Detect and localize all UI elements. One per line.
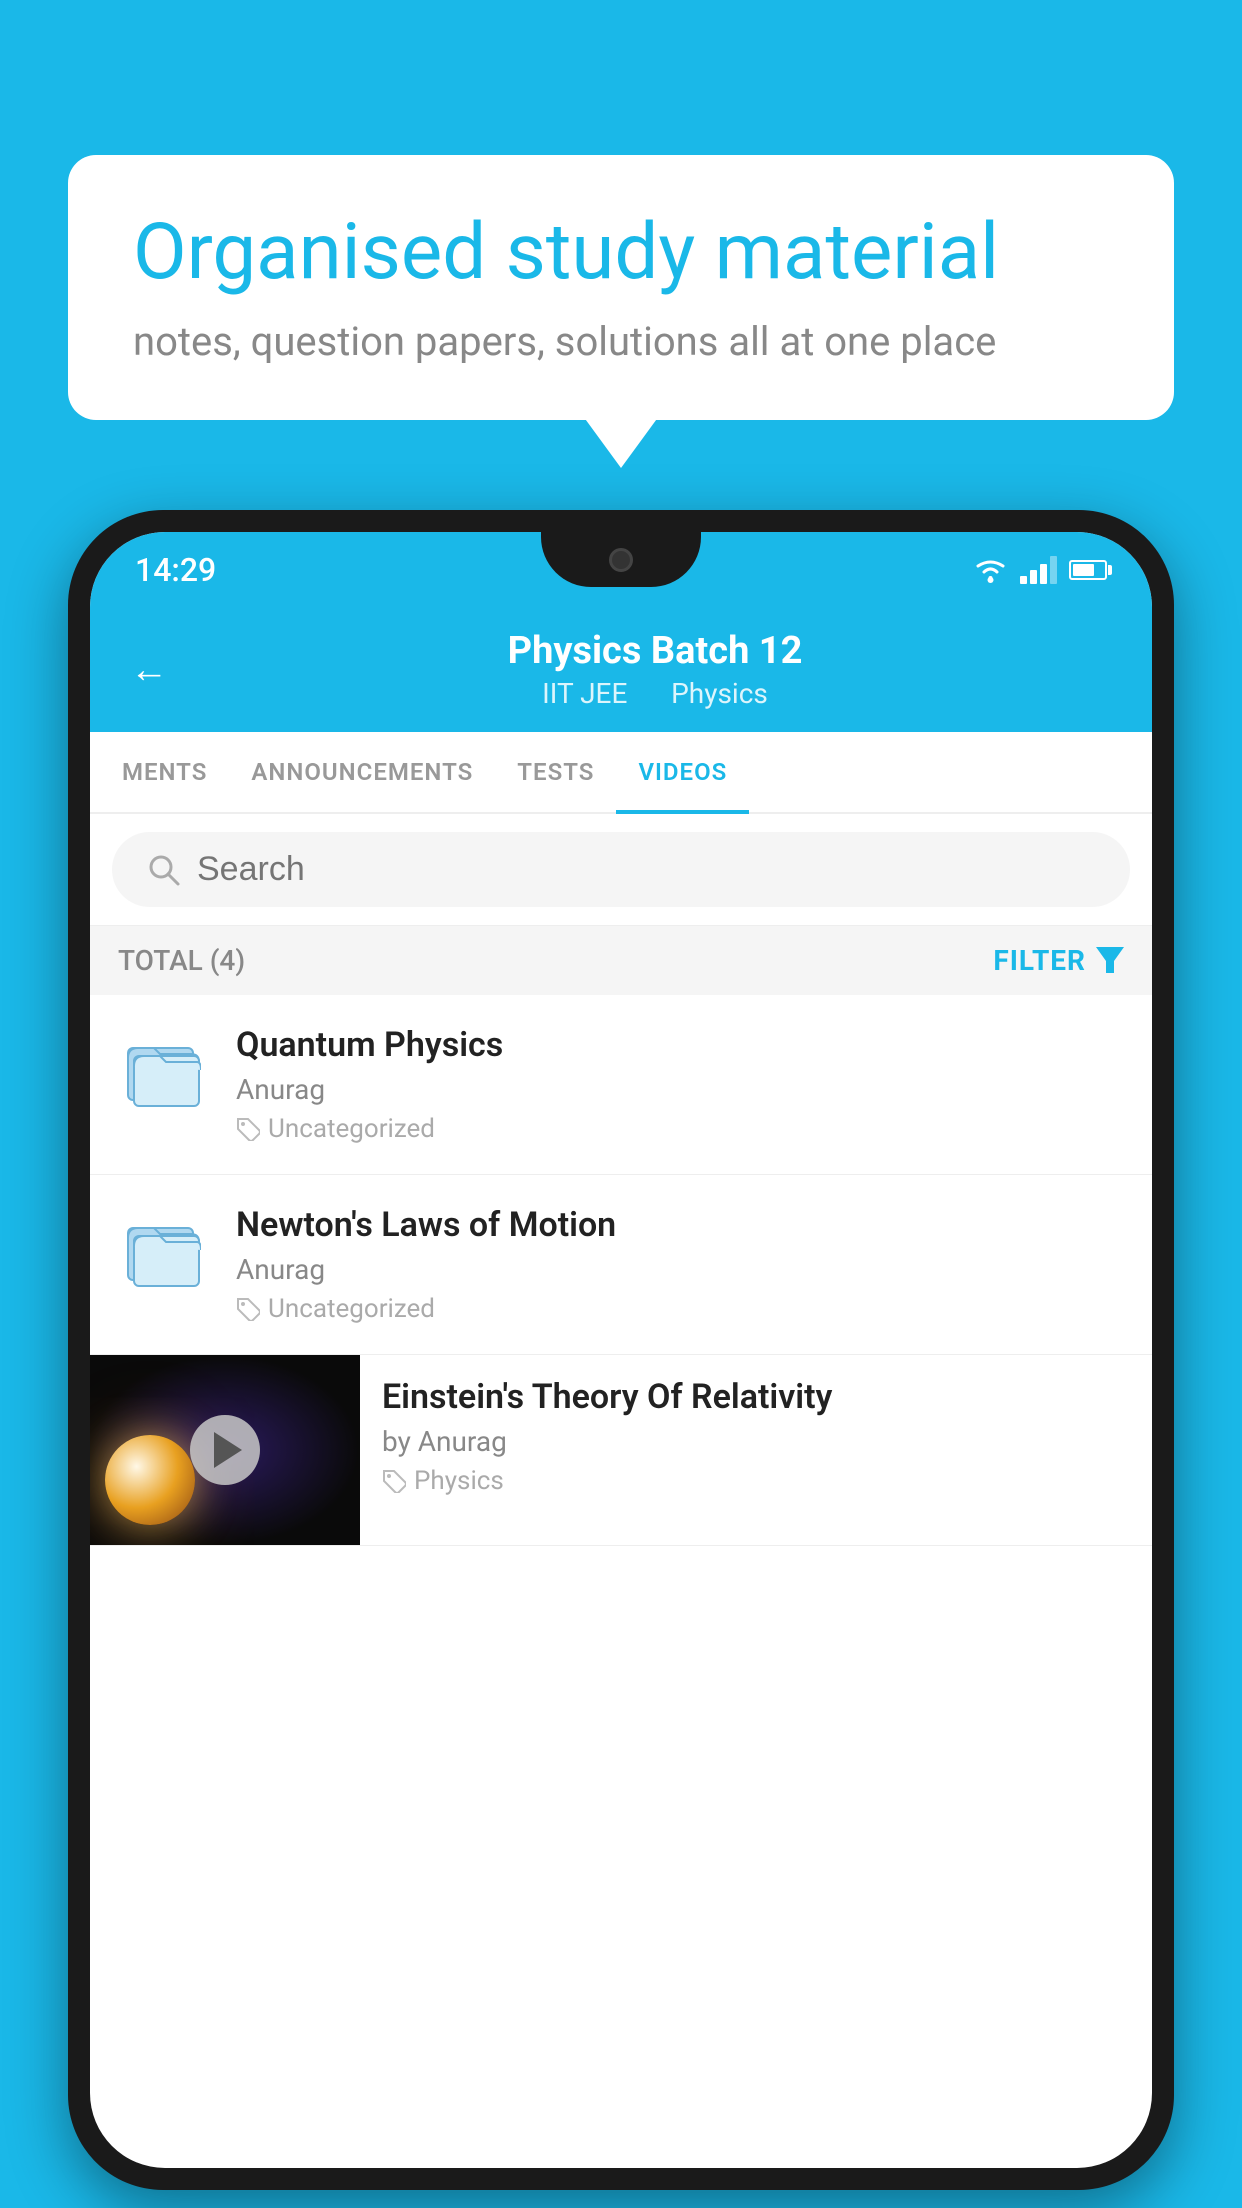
video-author: by Anurag [382,1425,1130,1458]
phone-container: 14:29 [68,510,1174,2190]
batch-subject: Physics [671,677,768,710]
folder-icon [118,1205,208,1295]
speech-bubble-title: Organised study material [133,210,1109,296]
tab-ments[interactable]: MENTS [100,732,229,812]
list-item[interactable]: Newton's Laws of Motion Anurag Uncategor… [90,1175,1152,1355]
search-input[interactable] [197,850,1095,889]
status-bar: 14:29 [90,532,1152,607]
tag-icon [382,1469,406,1493]
play-button[interactable] [190,1415,260,1485]
video-author: Anurag [236,1253,1124,1286]
list-item[interactable]: Quantum Physics Anurag Uncategorized [90,995,1152,1175]
tab-tests[interactable]: TESTS [495,732,616,812]
search-icon [147,853,181,887]
video-list: Quantum Physics Anurag Uncategorized [90,995,1152,1546]
battery-icon [1069,560,1107,580]
video-tag: Uncategorized [236,1294,1124,1324]
speech-bubble-container: Organised study material notes, question… [68,155,1174,420]
wifi-icon [973,556,1008,584]
tab-announcements[interactable]: ANNOUNCEMENTS [229,732,495,812]
notch [541,532,701,587]
search-bar [112,832,1130,907]
batch-title: Physics Batch 12 [198,629,1112,673]
phone-screen: 14:29 [90,532,1152,2168]
video-info: Einstein's Theory Of Relativity by Anura… [360,1355,1152,1518]
app-header: ← Physics Batch 12 IIT JEE Physics [90,607,1152,732]
phone-frame: 14:29 [68,510,1174,2190]
video-title: Quantum Physics [236,1025,1124,1065]
batch-subtitle: IIT JEE Physics [198,677,1112,710]
video-title: Einstein's Theory Of Relativity [382,1377,1130,1417]
tag-icon [236,1297,260,1321]
video-author: Anurag [236,1073,1124,1106]
filter-bar: TOTAL (4) FILTER [90,926,1152,995]
status-icons [973,556,1107,584]
tag-icon [236,1117,260,1141]
search-container [90,814,1152,926]
speech-bubble: Organised study material notes, question… [68,155,1174,420]
video-thumbnail [90,1355,360,1545]
video-tag: Physics [382,1466,1130,1496]
list-item[interactable]: Einstein's Theory Of Relativity by Anura… [90,1355,1152,1546]
tabs-bar: MENTS ANNOUNCEMENTS TESTS VIDEOS [90,732,1152,814]
planet-graphic [105,1435,195,1525]
filter-button[interactable]: FILTER [993,944,1124,977]
batch-category: IIT JEE [542,677,627,710]
header-title-block: Physics Batch 12 IIT JEE Physics [198,629,1112,710]
video-info: Newton's Laws of Motion Anurag Uncategor… [236,1205,1124,1324]
filter-icon [1096,947,1124,975]
video-title: Newton's Laws of Motion [236,1205,1124,1245]
video-info: Quantum Physics Anurag Uncategorized [236,1025,1124,1144]
signal-icon [1020,556,1057,584]
video-tag: Uncategorized [236,1114,1124,1144]
status-time: 14:29 [135,551,216,589]
camera-icon [609,548,633,572]
total-count: TOTAL (4) [118,944,245,977]
back-button[interactable]: ← [130,648,168,692]
tab-videos[interactable]: VIDEOS [616,732,749,812]
folder-icon [118,1025,208,1115]
speech-bubble-subtitle: notes, question papers, solutions all at… [133,318,1109,365]
play-icon [214,1432,242,1468]
